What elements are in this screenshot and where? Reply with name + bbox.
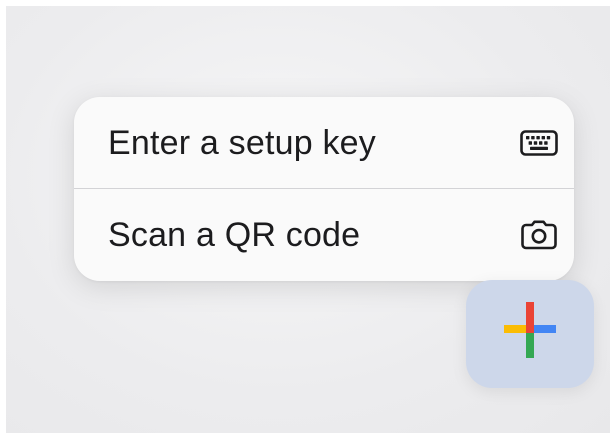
enter-setup-key-label: Enter a setup key — [108, 123, 376, 162]
screen-background: Enter a setup key Scan a QR code — [0, 0, 616, 439]
google-plus-icon — [504, 302, 556, 358]
keyboard-icon — [516, 120, 562, 166]
scan-qr-code-item[interactable]: Scan a QR code — [74, 189, 574, 281]
add-account-fab[interactable] — [466, 280, 594, 388]
enter-setup-key-item[interactable]: Enter a setup key — [74, 97, 574, 189]
add-account-menu: Enter a setup key Scan a QR code — [74, 97, 574, 281]
scan-qr-code-label: Scan a QR code — [108, 215, 361, 254]
camera-icon — [516, 212, 562, 258]
